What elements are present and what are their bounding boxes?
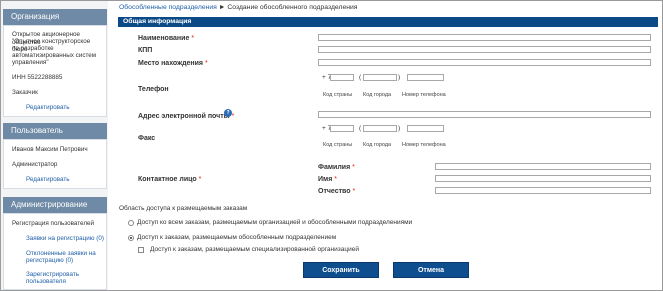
- user-role: Администратор: [12, 161, 58, 168]
- first-name-label: Имя *: [318, 176, 337, 183]
- fax-city-input[interactable]: [363, 125, 397, 132]
- access-all-radio[interactable]: [128, 220, 134, 226]
- fax-city-hint: Код города: [363, 142, 392, 148]
- user-edit-link[interactable]: Редактировать: [26, 176, 70, 184]
- phone-country-hint: Код страны: [323, 92, 353, 98]
- last-name-input[interactable]: [435, 163, 651, 170]
- org-panel: Открытое акционерное общество "Опытное к…: [3, 25, 107, 117]
- user-panel-header: Пользователь: [3, 123, 107, 139]
- save-button[interactable]: Сохранить: [303, 262, 379, 278]
- access-own-label: Доступ к заказам, размещаемым обособленн…: [137, 234, 337, 241]
- cancel-button[interactable]: Отмена: [393, 262, 469, 278]
- patronymic-label: Отчество *: [318, 188, 356, 195]
- phone-number-hint: Номер телефона: [402, 92, 446, 98]
- last-name-label: Фамилия *: [318, 164, 355, 171]
- location-input[interactable]: [318, 59, 651, 66]
- admin-item-register-users[interactable]: Регистрация пользователей: [12, 220, 94, 228]
- org-name-line: управления": [12, 59, 49, 66]
- help-icon[interactable]: ?: [224, 109, 232, 117]
- contact-label: Контактное лицо *: [138, 176, 202, 183]
- access-all-label: Доступ ко всем заказам, размещаемым орга…: [137, 219, 413, 226]
- section-header: Общая информация: [118, 17, 658, 27]
- breadcrumb-link[interactable]: Обособленные подразделения: [119, 4, 217, 11]
- breadcrumb-current: Создание обособленного подразделения: [227, 4, 358, 11]
- org-panel-header: Организация: [3, 9, 107, 25]
- email-label: Адрес электронной почты *: [138, 113, 235, 120]
- location-label: Место нахождения *: [138, 60, 208, 67]
- user-panel: Иванов Максим Петрович Администратор Ред…: [3, 139, 107, 189]
- org-role: Заказчик: [12, 89, 38, 96]
- admin-item-requests[interactable]: Заявки на регистрацию (0): [26, 235, 104, 243]
- access-own-radio[interactable]: [128, 235, 134, 241]
- fax-label: Факс: [138, 135, 156, 142]
- user-name: Иванов Максим Петрович: [12, 146, 88, 153]
- admin-panel: Регистрация пользователей Заявки на реги…: [3, 213, 107, 290]
- admin-panel-header: Администрирование: [3, 197, 107, 213]
- org-inn: ИНН 5522288885: [12, 74, 63, 81]
- first-name-input[interactable]: [435, 175, 651, 182]
- kpp-label: КПП: [138, 47, 153, 54]
- email-input[interactable]: [318, 111, 651, 118]
- breadcrumb-separator-icon: ►: [218, 4, 226, 11]
- name-label: Наименование *: [138, 35, 195, 42]
- phone-city-hint: Код города: [363, 92, 392, 98]
- fax-country-hint: Код страны: [323, 142, 353, 148]
- fax-number-input[interactable]: [407, 125, 444, 132]
- access-title: Область доступа к размещаемым заказам: [119, 205, 248, 212]
- breadcrumb: Обособленные подразделения ► Создание об…: [119, 4, 357, 11]
- fax-country-input[interactable]: [330, 125, 354, 132]
- fax-number-hint: Номер телефона: [402, 142, 446, 148]
- access-spec-checkbox[interactable]: [138, 247, 144, 253]
- org-edit-link[interactable]: Редактировать: [26, 104, 70, 112]
- patronymic-input[interactable]: [435, 187, 651, 194]
- admin-item-register-user[interactable]: пользователя: [26, 278, 66, 286]
- name-input[interactable]: [318, 34, 651, 41]
- kpp-input[interactable]: [318, 46, 651, 53]
- admin-item-rejected[interactable]: регистрацию (0): [26, 257, 73, 265]
- phone-country-input[interactable]: [330, 74, 354, 81]
- phone-city-input[interactable]: [363, 74, 397, 81]
- sidebar: Организация Открытое акционерное обществ…: [1, 1, 108, 290]
- phone-label: Телефон: [138, 86, 169, 93]
- access-spec-label: Доступ к заказам, размещаемым специализи…: [150, 246, 359, 253]
- phone-number-input[interactable]: [407, 74, 444, 81]
